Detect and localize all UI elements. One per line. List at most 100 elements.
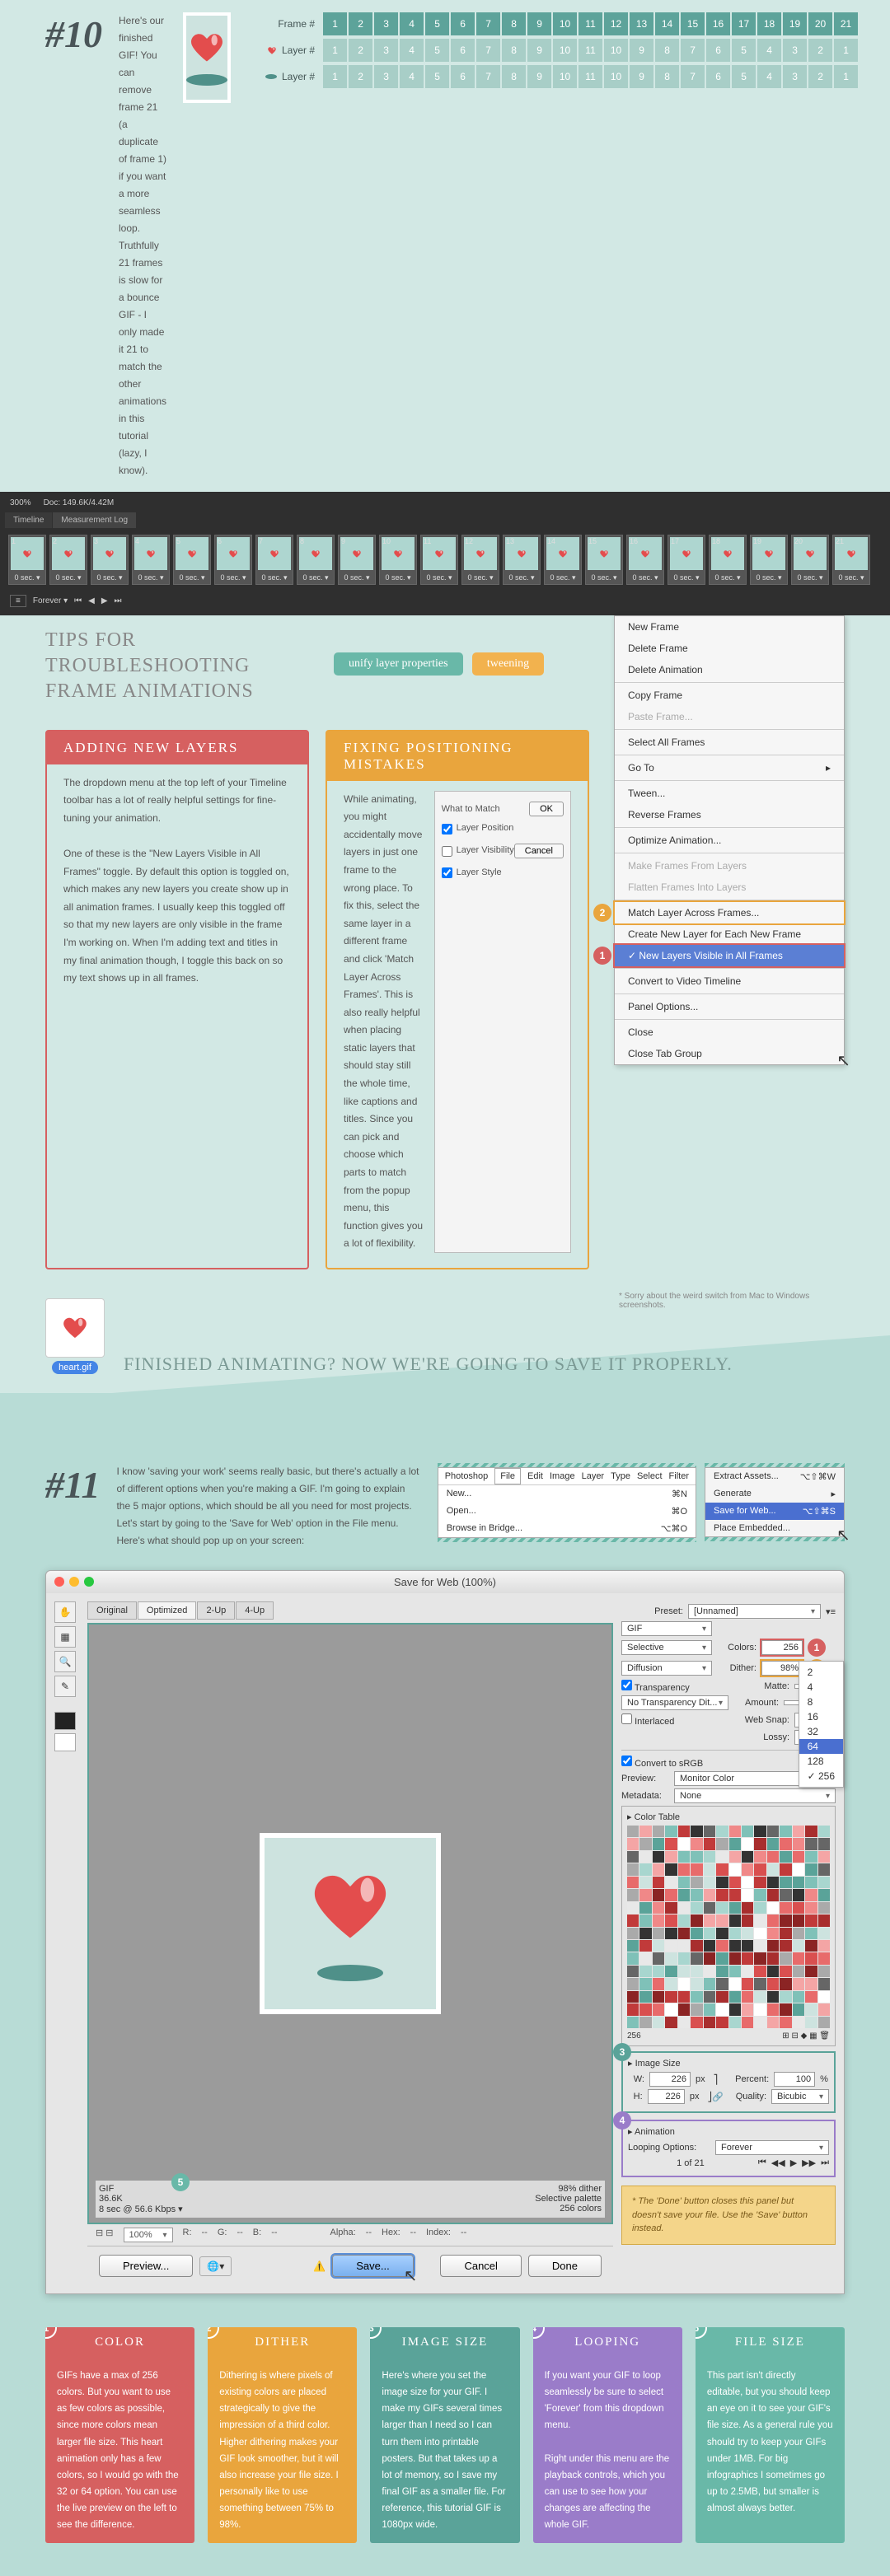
height-input[interactable]: 226 [648,2089,685,2104]
looping-select[interactable]: Forever [715,2140,829,2155]
ctx-item[interactable]: Copy Frame [615,685,844,706]
width-input[interactable]: 226 [649,2072,691,2087]
first-button[interactable]: ⏮ [758,2158,766,2168]
timeline-frame[interactable]: 110 sec. ▾ [420,535,458,585]
timeline-frame[interactable]: 170 sec. ▾ [668,535,705,585]
preview-canvas: 5 GIF36.6K8 sec @ 56.6 Kbps ▾ 98% dither… [87,1623,613,2224]
ctx-item[interactable]: Create New Layer for Each New Frame [615,923,844,945]
timeline-frame[interactable]: 60 sec. ▾ [214,535,252,585]
match-layer-popup: What to MatchOK Layer Position Layer Vis… [434,791,571,1253]
tab-4up[interactable]: 4-Up [236,1601,274,1620]
format-select[interactable]: GIF [621,1621,712,1636]
info-card-1: 1COLORGIFs have a max of 256 colors. But… [45,2327,194,2543]
animation-group: 4 ▸ Animation Looping Options:Forever 1 … [621,2120,836,2177]
play-button[interactable]: ▶ [101,596,108,605]
ctx-item[interactable]: Panel Options... [615,996,844,1017]
timeline-frame[interactable]: 90 sec. ▾ [338,535,376,585]
ctx-item[interactable]: Delete Animation [615,659,844,680]
ctx-item[interactable]: New Frame [615,616,844,638]
loop-select[interactable]: Forever ▾ [33,596,68,605]
slice-tool[interactable]: ▦ [54,1626,76,1648]
tab-optimized[interactable]: Optimized [138,1601,197,1620]
ctx-item[interactable]: Go To ▸ [615,757,844,778]
quality-select[interactable]: Bicubic [771,2089,829,2104]
timeline-frame[interactable]: 10 sec. ▾ [8,535,46,585]
prev-button[interactable]: ◀◀ [771,2158,785,2168]
timeline-frame[interactable]: 100 sec. ▾ [379,535,417,585]
next-frame-button[interactable]: ⏭ [115,596,122,605]
timeline-frame[interactable]: 120 sec. ▾ [461,535,499,585]
timeline-frame[interactable]: 200 sec. ▾ [791,535,829,585]
timeline-frame[interactable]: 160 sec. ▾ [626,535,664,585]
file-menu-sample: PhotoshopFileEditImageLayerTypeSelectFil… [438,1467,696,1538]
tip-heading: ADDING NEW LAYERS [47,732,307,764]
save-button[interactable]: Save... [332,2255,413,2277]
transparency-check[interactable] [621,1680,632,1690]
tab-original[interactable]: Original [87,1601,137,1620]
dither-input[interactable]: 98% [761,1661,803,1676]
measurement-tab[interactable]: Measurement Log [53,512,136,528]
prev-frame-button[interactable]: ◀ [88,596,95,605]
cancel-button[interactable]: Cancel [514,844,564,858]
ctx-item[interactable]: Reverse Frames [615,804,844,825]
fg-swatch[interactable] [54,1712,76,1730]
preview-button[interactable]: Preview... [99,2255,193,2277]
play-button[interactable]: ▶ [790,2158,797,2168]
ctx-item[interactable]: Make Frames From Layers [615,855,844,877]
ctx-new-layers-visible[interactable]: 1✓ New Layers Visible in All Frames [613,943,846,968]
ctx-item[interactable]: Flatten Frames Into Layers [615,877,844,898]
zoom-tool[interactable]: 🔍 [54,1651,76,1672]
interlaced-check[interactable] [621,1713,632,1724]
tab-2up[interactable]: 2-Up [197,1601,235,1620]
done-button[interactable]: Done [528,2255,602,2277]
tips-heading: TIPS FOR TROUBLESHOOTING FRAME ANIMATION… [45,628,309,705]
trans-dither-select[interactable]: No Transparency Dit... [621,1695,728,1710]
next-button[interactable]: ▶▶ [802,2158,816,2168]
colors-input[interactable]: 256 [761,1640,803,1655]
timeline-frame[interactable]: 150 sec. ▾ [585,535,623,585]
heart-preview [183,12,231,103]
dither-select[interactable]: Diffusion [621,1661,712,1676]
badge-4: 4 [613,2111,631,2130]
timeline-frame[interactable]: 190 sec. ▾ [750,535,788,585]
ctx-item[interactable]: Optimize Animation... [615,830,844,851]
timeline-frame[interactable]: 70 sec. ▾ [255,535,293,585]
timeline-frame[interactable]: 50 sec. ▾ [173,535,211,585]
timeline-frame[interactable]: 40 sec. ▾ [132,535,170,585]
ctx-item[interactable]: Close Tab Group [615,1043,844,1064]
hand-tool[interactable]: ✋ [54,1601,76,1623]
file-submenu-sample: Extract Assets...⌥⇧⌘WGenerate▸Save for W… [705,1467,845,1537]
timeline-frame[interactable]: 20 sec. ▾ [49,535,87,585]
cancel-button[interactable]: Cancel [440,2255,521,2277]
timeline-frame[interactable]: 80 sec. ▾ [297,535,335,585]
dialog-title: Save for Web (100%) [394,1576,496,1588]
ctx-item[interactable]: Delete Frame [615,638,844,659]
ctx-item[interactable]: Close [615,1022,844,1043]
timeline-frame[interactable]: 130 sec. ▾ [503,535,541,585]
doc-size: Doc: 149.6K/4.42M [44,498,115,507]
reduction-select[interactable]: Selective [621,1640,712,1655]
step-number: #11 [45,1463,100,1507]
timeline-frame[interactable]: 30 sec. ▾ [91,535,129,585]
srgb-check[interactable] [621,1756,632,1766]
ctx-item[interactable]: Paste Frame... [615,706,844,727]
tag-tweening: tweening [472,652,544,676]
ctx-item[interactable]: Tween... [615,783,844,804]
last-button[interactable]: ⏭ [821,2158,829,2168]
info-card-2: 2DITHERDithering is where pixels of exis… [208,2327,357,2543]
timeline-frame[interactable]: 210 sec. ▾ [832,535,870,585]
timeline-frame[interactable]: 180 sec. ▾ [709,535,747,585]
preset-select[interactable]: [Unnamed] [688,1604,821,1619]
first-frame-button[interactable]: ⏮ [74,596,82,605]
metadata-select[interactable]: None [674,1788,836,1803]
ctx-match-layer[interactable]: 2Match Layer Across Frames... [613,900,846,925]
timeline-frame[interactable]: 140 sec. ▾ [544,535,582,585]
ok-button[interactable]: OK [529,802,564,816]
timeline-tab[interactable]: Timeline [5,512,52,528]
eyedropper-tool[interactable]: ✎ [54,1676,76,1697]
percent-input[interactable]: 100 [774,2072,815,2087]
zoom-select[interactable]: 100% [124,2228,173,2242]
ctx-item[interactable]: Select All Frames [615,732,844,753]
ctx-item[interactable]: Convert to Video Timeline [615,970,844,992]
bg-swatch[interactable] [54,1733,76,1751]
